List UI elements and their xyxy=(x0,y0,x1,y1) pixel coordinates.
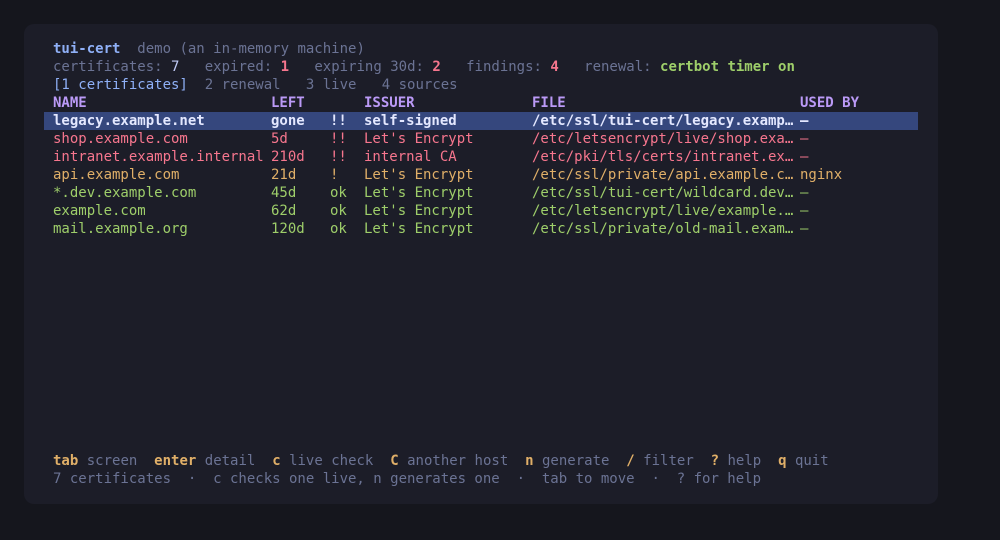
cert-issuer: Let's Encrypt xyxy=(364,185,474,201)
column-header-issuer: ISSUER xyxy=(364,95,415,111)
renewal-label: renewal: xyxy=(584,59,652,75)
cert-time-left: 210d xyxy=(271,149,305,165)
key-slash-desc: filter xyxy=(643,453,694,469)
cert-flag: ! xyxy=(330,167,339,183)
tab-live[interactable]: 3 live xyxy=(306,77,357,93)
table-header: NAME LEFT ISSUER FILE USED BY xyxy=(53,94,918,112)
cert-file: /etc/letsencrypt/live/shop.exa… xyxy=(532,131,794,147)
cert-time-left: gone xyxy=(271,113,305,129)
table-row[interactable]: intranet.example.internal 210d !! intern… xyxy=(44,148,918,166)
column-header-used-by: USED BY xyxy=(800,95,860,111)
app-subtitle: demo (an in-memory machine) xyxy=(137,41,365,57)
cert-file: /etc/ssl/tui-cert/legacy.examp… xyxy=(532,113,794,129)
cert-flag: ok xyxy=(330,203,347,219)
cert-name: intranet.example.internal xyxy=(53,149,264,165)
cert-used-by: — xyxy=(800,221,809,237)
key-enter-desc: detail xyxy=(204,453,256,469)
key-question-desc: help xyxy=(727,453,762,469)
cert-used-by: — xyxy=(800,131,809,147)
key-question[interactable]: ? xyxy=(711,453,719,469)
certificates-count: 7 xyxy=(171,59,180,75)
cert-file: /etc/ssl/private/api.example.c… xyxy=(532,167,794,183)
cert-file: /etc/ssl/private/old-mail.exam… xyxy=(532,221,794,237)
tab-bar: [1 certificates] 2 renewal 3 live 4 sour… xyxy=(53,76,458,94)
cert-used-by: — xyxy=(800,203,809,219)
key-shift-c-desc: another host xyxy=(407,453,509,469)
key-shift-c[interactable]: C xyxy=(390,453,398,469)
cert-time-left: 5d xyxy=(271,131,288,147)
expiring-label: expiring 30d: xyxy=(314,59,424,75)
cert-name: mail.example.org xyxy=(53,221,188,237)
cert-name: shop.example.com xyxy=(53,131,188,147)
findings-count: 4 xyxy=(550,59,559,75)
cert-flag: ok xyxy=(330,185,347,201)
tab-renewal[interactable]: 2 renewal xyxy=(205,77,281,93)
keybar: tab screen enter detail c live check C a… xyxy=(53,452,829,470)
cert-used-by: — xyxy=(800,149,809,165)
cert-time-left: 45d xyxy=(271,185,297,201)
cert-flag: ok xyxy=(330,221,347,237)
tab-sources[interactable]: 4 sources xyxy=(382,77,458,93)
column-header-left: LEFT xyxy=(271,95,305,111)
expired-count: 1 xyxy=(280,59,290,75)
key-tab-desc: screen xyxy=(86,453,138,469)
table-row[interactable]: legacy.example.net gone !! self-signed /… xyxy=(44,112,918,130)
cert-used-by: — xyxy=(800,113,809,129)
cert-name: api.example.com xyxy=(53,167,180,183)
cert-flag: !! xyxy=(330,113,347,129)
findings-label: findings: xyxy=(466,59,542,75)
column-header-file: FILE xyxy=(532,95,566,111)
expiring-count: 2 xyxy=(432,59,441,75)
certificates-label: certificates: xyxy=(53,59,163,75)
cert-issuer: Let's Encrypt xyxy=(364,221,474,237)
cert-file: /etc/ssl/tui-cert/wildcard.dev… xyxy=(532,185,794,201)
cert-flag: !! xyxy=(330,131,347,147)
key-n[interactable]: n xyxy=(525,453,533,469)
cert-name: *.dev.example.com xyxy=(53,185,197,201)
cert-time-left: 21d xyxy=(271,167,297,183)
cert-time-left: 62d xyxy=(271,203,297,219)
app-name: tui-cert xyxy=(53,41,121,57)
terminal-window: tui-cert demo (an in-memory machine) cer… xyxy=(24,24,938,504)
key-slash[interactable]: / xyxy=(626,453,634,469)
status-line: 7 certificates · c checks one live, n ge… xyxy=(53,471,762,487)
cert-issuer: internal CA xyxy=(364,149,457,165)
key-tab[interactable]: tab xyxy=(53,453,78,469)
cert-used-by: — xyxy=(800,185,809,201)
table-row[interactable]: *.dev.example.com 45d ok Let's Encrypt /… xyxy=(44,184,918,202)
key-q[interactable]: q xyxy=(778,453,786,469)
cert-name: example.com xyxy=(53,203,146,219)
tab-certificates[interactable]: [1 certificates] xyxy=(53,77,188,93)
stats-line: certificates: 7 expired: 1 expiring 30d:… xyxy=(53,58,795,76)
table-row[interactable]: mail.example.org 120d ok Let's Encrypt /… xyxy=(44,220,918,238)
cert-time-left: 120d xyxy=(271,221,305,237)
expired-label: expired: xyxy=(204,59,273,75)
cert-issuer: self-signed xyxy=(364,113,457,129)
key-c-desc: live check xyxy=(289,453,374,469)
key-c[interactable]: c xyxy=(272,453,280,469)
key-q-desc: quit xyxy=(794,453,829,469)
table-row[interactable]: shop.example.com 5d !! Let's Encrypt /et… xyxy=(44,130,918,148)
key-enter[interactable]: enter xyxy=(154,453,196,469)
cert-issuer: Let's Encrypt xyxy=(364,131,474,147)
cert-file: /etc/letsencrypt/live/example.… xyxy=(532,203,794,219)
column-header-name: NAME xyxy=(53,95,87,111)
cert-issuer: Let's Encrypt xyxy=(364,167,474,183)
cert-flag: !! xyxy=(330,149,347,165)
table-row[interactable]: example.com 62d ok Let's Encrypt /etc/le… xyxy=(44,202,918,220)
cert-used-by: nginx xyxy=(800,167,843,183)
cert-file: /etc/pki/tls/certs/intranet.ex… xyxy=(532,149,794,165)
key-n-desc: generate xyxy=(542,453,610,469)
table-row[interactable]: api.example.com 21d ! Let's Encrypt /etc… xyxy=(44,166,918,184)
title-line: tui-cert demo (an in-memory machine) xyxy=(53,40,365,58)
cert-issuer: Let's Encrypt xyxy=(364,203,474,219)
renewal-status: certbot timer on xyxy=(660,59,795,75)
cert-name: legacy.example.net xyxy=(53,113,205,129)
